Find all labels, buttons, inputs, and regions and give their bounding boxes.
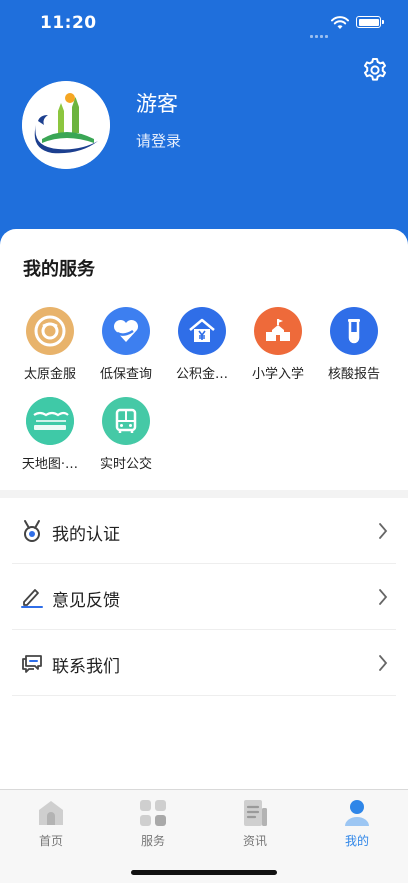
battery-icon [356, 16, 384, 28]
menu-item-label: 我的认证 [52, 525, 120, 545]
main-card: 我的服务 太原金服 低保查询 公积金… 小学入学 核酸报告 天地图·… 实时公交… [0, 229, 408, 789]
login-link[interactable]: 请登录 [136, 130, 181, 151]
service-housing-fund[interactable]: 公积金… [163, 307, 241, 382]
medal-icon [20, 519, 44, 543]
chevron-right-icon [378, 588, 388, 606]
coin-icon [26, 307, 74, 355]
status-bar: 11:20 [0, 0, 408, 46]
service-label: 实时公交 [99, 457, 152, 472]
user-name: 游客 [136, 92, 178, 116]
home-indicator [131, 870, 277, 875]
service-label: 太原金服 [23, 367, 76, 382]
tab-label: 服务 [140, 834, 165, 848]
edit-icon [20, 585, 44, 609]
menu-item-contact-us[interactable]: 联系我们 [12, 630, 396, 696]
school-icon [254, 307, 302, 355]
map-world-icon [26, 397, 74, 445]
bottom-tab-bar: 首页 服务 资讯 我的 [0, 789, 408, 883]
chevron-right-icon [378, 654, 388, 672]
house-fund-icon [178, 307, 226, 355]
service-subsidy-query[interactable]: 低保查询 [87, 307, 165, 382]
wifi-icon [331, 15, 349, 34]
person-icon [342, 798, 372, 828]
tab-label: 首页 [38, 834, 63, 848]
settings-gear-icon[interactable] [362, 57, 388, 83]
service-primary-school-enrollment[interactable]: 小学入学 [239, 307, 317, 382]
section-divider [0, 490, 408, 498]
service-label: 公积金… [175, 367, 228, 382]
avatar[interactable] [22, 81, 110, 169]
service-realtime-bus[interactable]: 实时公交 [87, 397, 165, 472]
menu-item-label: 意见反馈 [52, 591, 120, 611]
city-logo-icon [22, 81, 110, 169]
service-taiyuan-finance[interactable]: 太原金服 [11, 307, 89, 382]
grid-icon [138, 798, 168, 828]
service-nucleic-acid-report[interactable]: 核酸报告 [315, 307, 393, 382]
menu-item-feedback[interactable]: 意见反馈 [12, 564, 396, 630]
bus-icon [102, 397, 150, 445]
menu-item-label: 联系我们 [52, 657, 120, 677]
section-title-my-services: 我的服务 [23, 259, 95, 280]
tab-mine[interactable]: 我的 [306, 798, 408, 849]
home-icon [36, 798, 66, 828]
heart-hands-icon [102, 307, 150, 355]
service-label: 低保查询 [99, 367, 152, 382]
status-time: 11:20 [40, 13, 97, 33]
chat-icon [20, 651, 44, 675]
service-label: 天地图·… [21, 457, 79, 472]
tab-label: 我的 [344, 834, 369, 848]
tab-home[interactable]: 首页 [0, 798, 102, 849]
tab-label: 资讯 [242, 834, 267, 848]
menu-item-my-certification[interactable]: 我的认证 [12, 498, 396, 564]
chevron-right-icon [378, 522, 388, 540]
service-tianditu-map[interactable]: 天地图·… [11, 397, 89, 472]
service-label: 小学入学 [251, 367, 304, 382]
cellular-signal-icon [310, 23, 330, 42]
service-label: 核酸报告 [327, 367, 380, 382]
news-icon [240, 798, 270, 828]
test-tube-icon [330, 307, 378, 355]
tab-services[interactable]: 服务 [102, 798, 204, 849]
tab-news[interactable]: 资讯 [204, 798, 306, 849]
